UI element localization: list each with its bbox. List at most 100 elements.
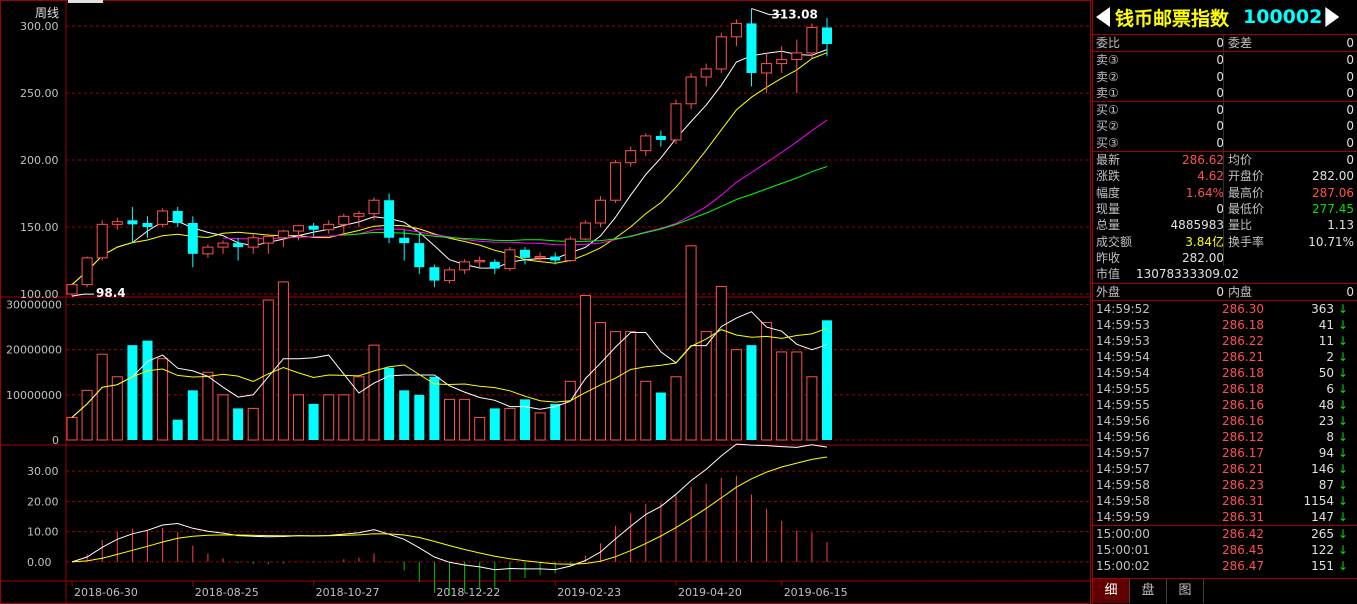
volume-tick-label: 0 [52,434,59,447]
tick-row[interactable]: 14:59:54 286.18 50 ↓ [1093,365,1357,381]
volume-bar [685,245,697,441]
tick-price: 286.17 [1222,446,1264,461]
tick-row[interactable]: 14:59:53 286.18 41 ↓ [1093,317,1357,333]
row-value-2: 282.00 [1312,169,1354,184]
volume-bar [66,416,78,441]
candle-body [520,249,530,258]
tick-row[interactable]: 15:00:02 286.47 151 ↓ [1093,558,1357,574]
column-divider [1223,249,1224,267]
volume-bar [81,389,93,441]
candle-body [700,68,712,78]
candle-body [142,223,153,228]
tick-row[interactable]: 14:59:58 286.31 1154 ↓ [1093,493,1357,509]
volume-bar [806,376,818,441]
tick-volume: 94 [1318,446,1334,461]
level-price: 0 [1216,103,1224,118]
volume-bar [187,390,198,440]
tick-time: 14:59:55 [1096,398,1150,413]
prev-arrow-icon[interactable] [1096,7,1110,27]
tab-chart[interactable]: 图 [1167,579,1204,603]
volume-bar [564,380,576,441]
tick-time: 15:00:02 [1096,559,1150,574]
tick-price: 286.18 [1222,318,1264,333]
volume-bar [489,408,500,440]
tick-price: 286.21 [1222,350,1264,365]
level-spacer [1224,52,1276,68]
tab-book[interactable]: 盘 [1130,579,1167,603]
kline-chart[interactable]: 周线 300.00 250.00 200.00 150.00 100.00 30000000… [0,0,1091,604]
candle-body [579,222,591,240]
candle-body [172,210,183,224]
level-volume: 0 [1346,53,1354,68]
tick-row[interactable]: 15:00:01 286.45 122 ↓ [1093,542,1357,558]
tick-time: 14:59:59 [1096,510,1150,525]
level-price: 0 [1216,69,1224,84]
candle-body [217,242,229,248]
level-spacer [1224,135,1276,151]
date-label: 2018-06-30 [74,586,138,599]
tick-row[interactable]: 14:59:56 286.16 23 ↓ [1093,413,1357,429]
row-value: 0 [1216,285,1224,300]
row-label-2: 量比 [1228,218,1253,233]
tick-price: 286.16 [1222,398,1264,413]
down-arrow-icon: ↓ [1337,494,1349,509]
candle-body [459,261,471,271]
row-value-2: 0 [1346,285,1354,300]
date-label: 2018-10-27 [316,586,380,599]
level-row: 买① 0 0 [1093,102,1357,119]
row-value: 0 [1216,36,1224,50]
volume-bar [715,285,727,441]
tick-row[interactable]: 14:59:57 286.21 146 ↓ [1093,461,1357,477]
candle-body [96,223,108,259]
next-arrow-icon[interactable] [1325,7,1340,27]
tick-row[interactable]: 14:59:56 286.12 8 ↓ [1093,429,1357,445]
tick-row[interactable]: 14:59:52 286.30 363 ↓ [1093,301,1357,317]
volume-bar [202,371,214,441]
volume-tick-label: 20000000 [6,344,62,357]
price-tick-label: 300.00 [20,20,59,33]
level-volume: 0 [1346,85,1354,100]
column-divider [1223,184,1224,201]
tick-time: 14:59:54 [1096,350,1150,365]
candle-body [534,255,546,259]
candle-body [384,200,395,238]
tab-detail[interactable]: 细 [1093,579,1130,603]
tick-time: 14:59:58 [1096,478,1150,493]
tick-list[interactable]: 14:59:52 286.30 363 ↓ 14:59:53 286.18 41 ↓ 14:59… [1093,301,1357,574]
tick-price: 286.18 [1222,382,1264,397]
volume-bar [504,407,516,441]
chart-canvas[interactable]: 周线300.00250.00200.00150.00100.0030000000… [0,0,1091,604]
candle-body [595,199,606,224]
tick-volume: 11 [1318,334,1334,349]
tick-volume: 265 [1311,527,1334,542]
tick-row[interactable]: 14:59:55 286.16 48 ↓ [1093,397,1357,413]
candle-body [414,243,425,268]
volume-bar [293,394,304,441]
candle-body [127,220,138,225]
quote-stats: 最新 286.62 均价 0 涨跌 4.62 开盘价 282.00 幅度 1.64% 最高价 287.… [1093,152,1357,285]
outer-inner-volume: 外盘 0 内盘 0 [1093,284,1357,302]
tick-row[interactable]: 14:59:53 286.22 11 ↓ [1093,333,1357,349]
down-arrow-icon: ↓ [1337,334,1349,349]
panel-row: 外盘 0 内盘 0 [1093,284,1357,300]
panel-tabs: 细盘图 [1093,578,1357,604]
tick-row[interactable]: 14:59:59 286.31 147 ↓ [1093,509,1357,527]
row-value-2: 10.71% [1308,234,1354,249]
volume-bar [127,345,138,440]
tick-row[interactable]: 14:59:54 286.21 2 ↓ [1093,349,1357,365]
row-value-2: 277.45 [1312,201,1354,216]
down-arrow-icon: ↓ [1337,478,1349,493]
level-row: 买② 0 0 [1093,118,1357,135]
volume-bar [429,376,440,440]
row-label: 委比 [1096,36,1121,50]
tick-price: 286.31 [1222,510,1264,525]
candle-body [776,59,788,65]
volume-bar [550,403,561,440]
tick-row[interactable]: 14:59:58 286.23 87 ↓ [1093,477,1357,493]
tick-volume: 50 [1318,366,1334,381]
down-arrow-icon: ↓ [1337,382,1349,397]
candle-body [368,199,380,215]
tick-row[interactable]: 14:59:55 286.18 6 ↓ [1093,381,1357,397]
tick-row[interactable]: 15:00:00 286.42 265 ↓ [1093,526,1357,542]
tick-row[interactable]: 14:59:57 286.17 94 ↓ [1093,445,1357,461]
